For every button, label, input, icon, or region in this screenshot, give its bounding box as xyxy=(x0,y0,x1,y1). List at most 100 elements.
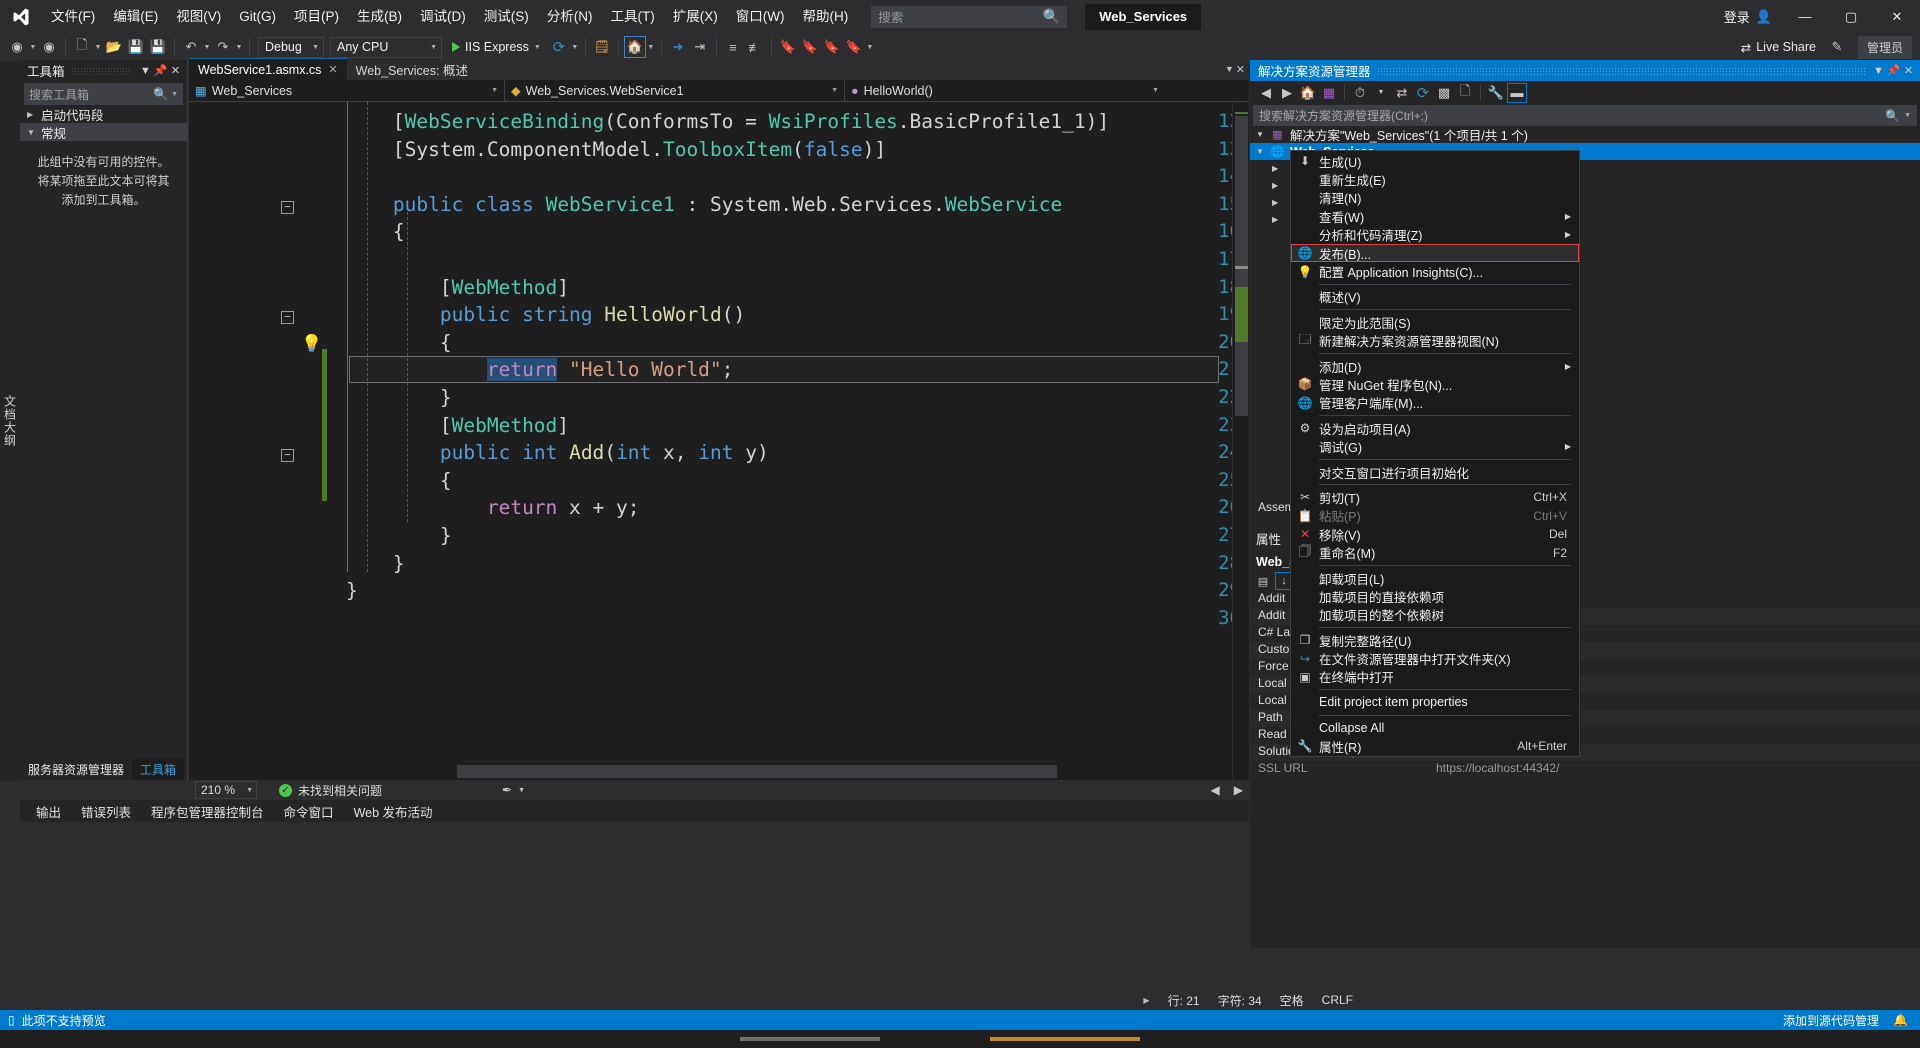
context-menu-item-35[interactable]: Edit project item properties xyxy=(1291,693,1579,711)
code-line[interactable]: [WebMethod] xyxy=(299,276,569,299)
forward-icon[interactable]: ▶ xyxy=(1277,83,1297,103)
browser-preview-icon[interactable]: 🗒 xyxy=(591,36,613,58)
chevron-down-icon[interactable]: ▼ xyxy=(1256,147,1265,156)
sign-in-button[interactable]: 登录 👤 xyxy=(1714,7,1782,26)
tab-server-explorer[interactable]: 服务器资源管理器 xyxy=(20,759,132,780)
context-menu-item-11[interactable]: 🗔 新建解决方案资源管理器视图(N) xyxy=(1291,332,1579,350)
maximize-button[interactable]: ▢ xyxy=(1828,0,1874,33)
clear-bookmarks-icon[interactable]: 🔖 xyxy=(843,36,865,58)
chevron-right-icon[interactable]: ▶ xyxy=(1272,215,1281,224)
scroll-left-icon[interactable]: ◀ xyxy=(1211,783,1220,797)
context-menu-item-33[interactable]: ▣ 在终端中打开 xyxy=(1291,668,1579,686)
save-icon[interactable]: 💾 xyxy=(125,36,147,58)
code-line[interactable]: [WebMethod] xyxy=(299,414,569,437)
chevron-right-icon[interactable]: ▶ xyxy=(1272,164,1281,173)
chevron-down-icon[interactable]: ▼ xyxy=(171,91,178,98)
editor-tab-overflow[interactable]: ▼ ✕ xyxy=(1225,58,1249,80)
line-ending-label[interactable]: CRLF xyxy=(1322,993,1353,1007)
navigate-back-icon[interactable]: ◉ xyxy=(6,36,28,58)
context-menu-item-27[interactable]: 卸载项目(L) xyxy=(1291,569,1579,587)
properties-wrench-icon[interactable]: 🔧 xyxy=(1486,83,1506,103)
comment-icon[interactable]: ≡ xyxy=(722,36,744,58)
sync-icon[interactable]: ⇄ xyxy=(1392,83,1412,103)
bottom-tab-0[interactable]: 输出 xyxy=(28,800,69,823)
back-icon[interactable]: ◀ xyxy=(1256,83,1276,103)
refresh-icon[interactable]: ⟳ xyxy=(1413,83,1433,103)
bottom-tab-1[interactable]: 错误列表 xyxy=(73,800,139,823)
categorized-icon[interactable]: ▤ xyxy=(1254,572,1272,590)
menu-8[interactable]: 分析(N) xyxy=(538,0,602,33)
chevron-right-icon[interactable]: ▶ xyxy=(1272,181,1281,190)
navigate-back-dropdown-icon[interactable]: ▼ xyxy=(28,44,38,51)
menu-3[interactable]: Git(G) xyxy=(230,0,285,33)
context-menu-item-15[interactable]: 🌐 管理客户端库(M)... xyxy=(1291,394,1579,412)
code-line[interactable]: return "Hello World"; xyxy=(299,358,733,382)
menu-2[interactable]: 视图(V) xyxy=(167,0,230,33)
save-all-icon[interactable]: 💾 xyxy=(147,36,169,58)
toolbox-search-input[interactable]: 搜索工具箱 🔍 ▼ xyxy=(24,83,183,105)
pending-changes-icon[interactable]: ⏱ xyxy=(1350,83,1370,103)
code-line[interactable]: } xyxy=(299,524,452,547)
menu-0[interactable]: 文件(F) xyxy=(42,0,104,33)
indent-mode-label[interactable]: 空格 xyxy=(1280,992,1304,1009)
solution-explorer-search-input[interactable]: 搜索解决方案资源管理器(Ctrl+;) 🔍 ▼ xyxy=(1253,105,1917,126)
context-menu-item-37[interactable]: Collapse All xyxy=(1291,719,1579,737)
menu-11[interactable]: 窗口(W) xyxy=(727,0,794,33)
status-bar-right[interactable]: 添加到源代码管理 🔔 xyxy=(1783,1012,1920,1029)
context-menu-item-29[interactable]: 加载项目的整个依赖树 xyxy=(1291,606,1579,624)
context-menu-item-4[interactable]: 分析和代码清理(Z) ▶ xyxy=(1291,226,1579,244)
fold-toggle-icon[interactable]: − xyxy=(281,311,294,325)
minimize-button[interactable]: — xyxy=(1782,0,1828,33)
undo-dropdown-icon[interactable]: ▼ xyxy=(202,44,212,51)
chevron-right-icon[interactable]: ▶ xyxy=(27,110,35,119)
expand-icon[interactable]: ▶ xyxy=(1143,996,1149,1005)
bottom-tab-4[interactable]: Web 发布活动 xyxy=(346,800,441,823)
context-menu-item-17[interactable]: ⚙ 设为启动项目(A) xyxy=(1291,419,1579,437)
code-line[interactable]: return x + y; xyxy=(299,496,640,519)
menu-4[interactable]: 项目(P) xyxy=(285,0,348,33)
navbar-type-dropdown[interactable]: ◆ Web_Services.WebService1 ▼ xyxy=(505,80,845,101)
drag-handle[interactable] xyxy=(1376,65,1865,76)
pin-icon[interactable]: 📌 xyxy=(1886,64,1901,77)
chevron-down-icon[interactable]: ▼ xyxy=(1225,64,1234,74)
editor-horizontal-scrollbar[interactable] xyxy=(189,763,1232,780)
home-icon[interactable]: 🏠 xyxy=(623,36,646,58)
editor-zoom-combo[interactable]: 210 % ▼ xyxy=(195,781,257,799)
next-bookmark-icon[interactable]: 🔖 xyxy=(821,36,843,58)
editor-pen-tools[interactable]: ✒ ▼ xyxy=(502,783,525,797)
code-line[interactable]: { xyxy=(299,469,452,492)
code-line[interactable]: public string HelloWorld() xyxy=(299,303,745,326)
context-menu-item-25[interactable]: 🗍 重命名(M) F2 xyxy=(1291,543,1579,561)
preview-selected-items-icon[interactable]: ▬ xyxy=(1507,82,1527,103)
bottom-tab-3[interactable]: 命令窗口 xyxy=(276,800,342,823)
context-menu-item-13[interactable]: 添加(D) ▶ xyxy=(1291,357,1579,375)
context-menu-item-24[interactable]: ✕ 移除(V) Del xyxy=(1291,525,1579,543)
global-search-input[interactable]: 搜索 🔍 xyxy=(871,5,1068,28)
context-menu-item-0[interactable]: ⬇ 生成(U) xyxy=(1291,152,1579,170)
code-line[interactable]: public int Add(int x, int y) xyxy=(299,441,769,464)
fold-toggle-icon[interactable]: − xyxy=(281,200,294,214)
menu-12[interactable]: 帮助(H) xyxy=(793,0,857,33)
solution-configuration-combo[interactable]: Debug ▼ xyxy=(258,36,324,58)
context-menu-item-8[interactable]: 概述(V) xyxy=(1291,288,1579,306)
home-icon[interactable]: 🏠 xyxy=(1298,83,1318,103)
menu-6[interactable]: 调试(D) xyxy=(411,0,475,33)
live-share-button[interactable]: ⇄ Live Share xyxy=(1741,40,1816,55)
code-line[interactable]: public class WebService1 : System.Web.Se… xyxy=(299,193,1062,216)
hot-reload-dropdown-icon[interactable]: ▼ xyxy=(570,44,580,51)
context-menu-item-1[interactable]: 重新生成(E) xyxy=(1291,170,1579,188)
close-icon[interactable]: ✕ xyxy=(168,64,183,77)
close-icon[interactable]: ✕ xyxy=(328,63,337,76)
collapse-all-icon[interactable]: ▩ xyxy=(1434,83,1454,103)
context-menu-item-32[interactable]: ↪ 在文件资源管理器中打开文件夹(X) xyxy=(1291,649,1579,668)
toggle-bookmark-icon[interactable]: 🔖 xyxy=(777,36,799,58)
context-menu-item-31[interactable]: ❐ 复制完整路径(U) xyxy=(1291,631,1579,649)
scroll-right-icon[interactable]: ▶ xyxy=(1234,783,1243,797)
menu-10[interactable]: 扩展(X) xyxy=(664,0,727,33)
editor-vertical-scrollbar[interactable] xyxy=(1232,102,1249,780)
editor-issues-status[interactable]: ✓ 未找到相关问题 xyxy=(279,782,382,799)
context-menu-item-28[interactable]: 加载项目的直接依赖项 xyxy=(1291,587,1579,605)
chevron-down-icon[interactable]: ▼ xyxy=(1371,83,1391,103)
context-menu-item-3[interactable]: 查看(W) ▶ xyxy=(1291,207,1579,225)
editor-tab-overview[interactable]: Web_Services: 概述 xyxy=(346,58,477,80)
